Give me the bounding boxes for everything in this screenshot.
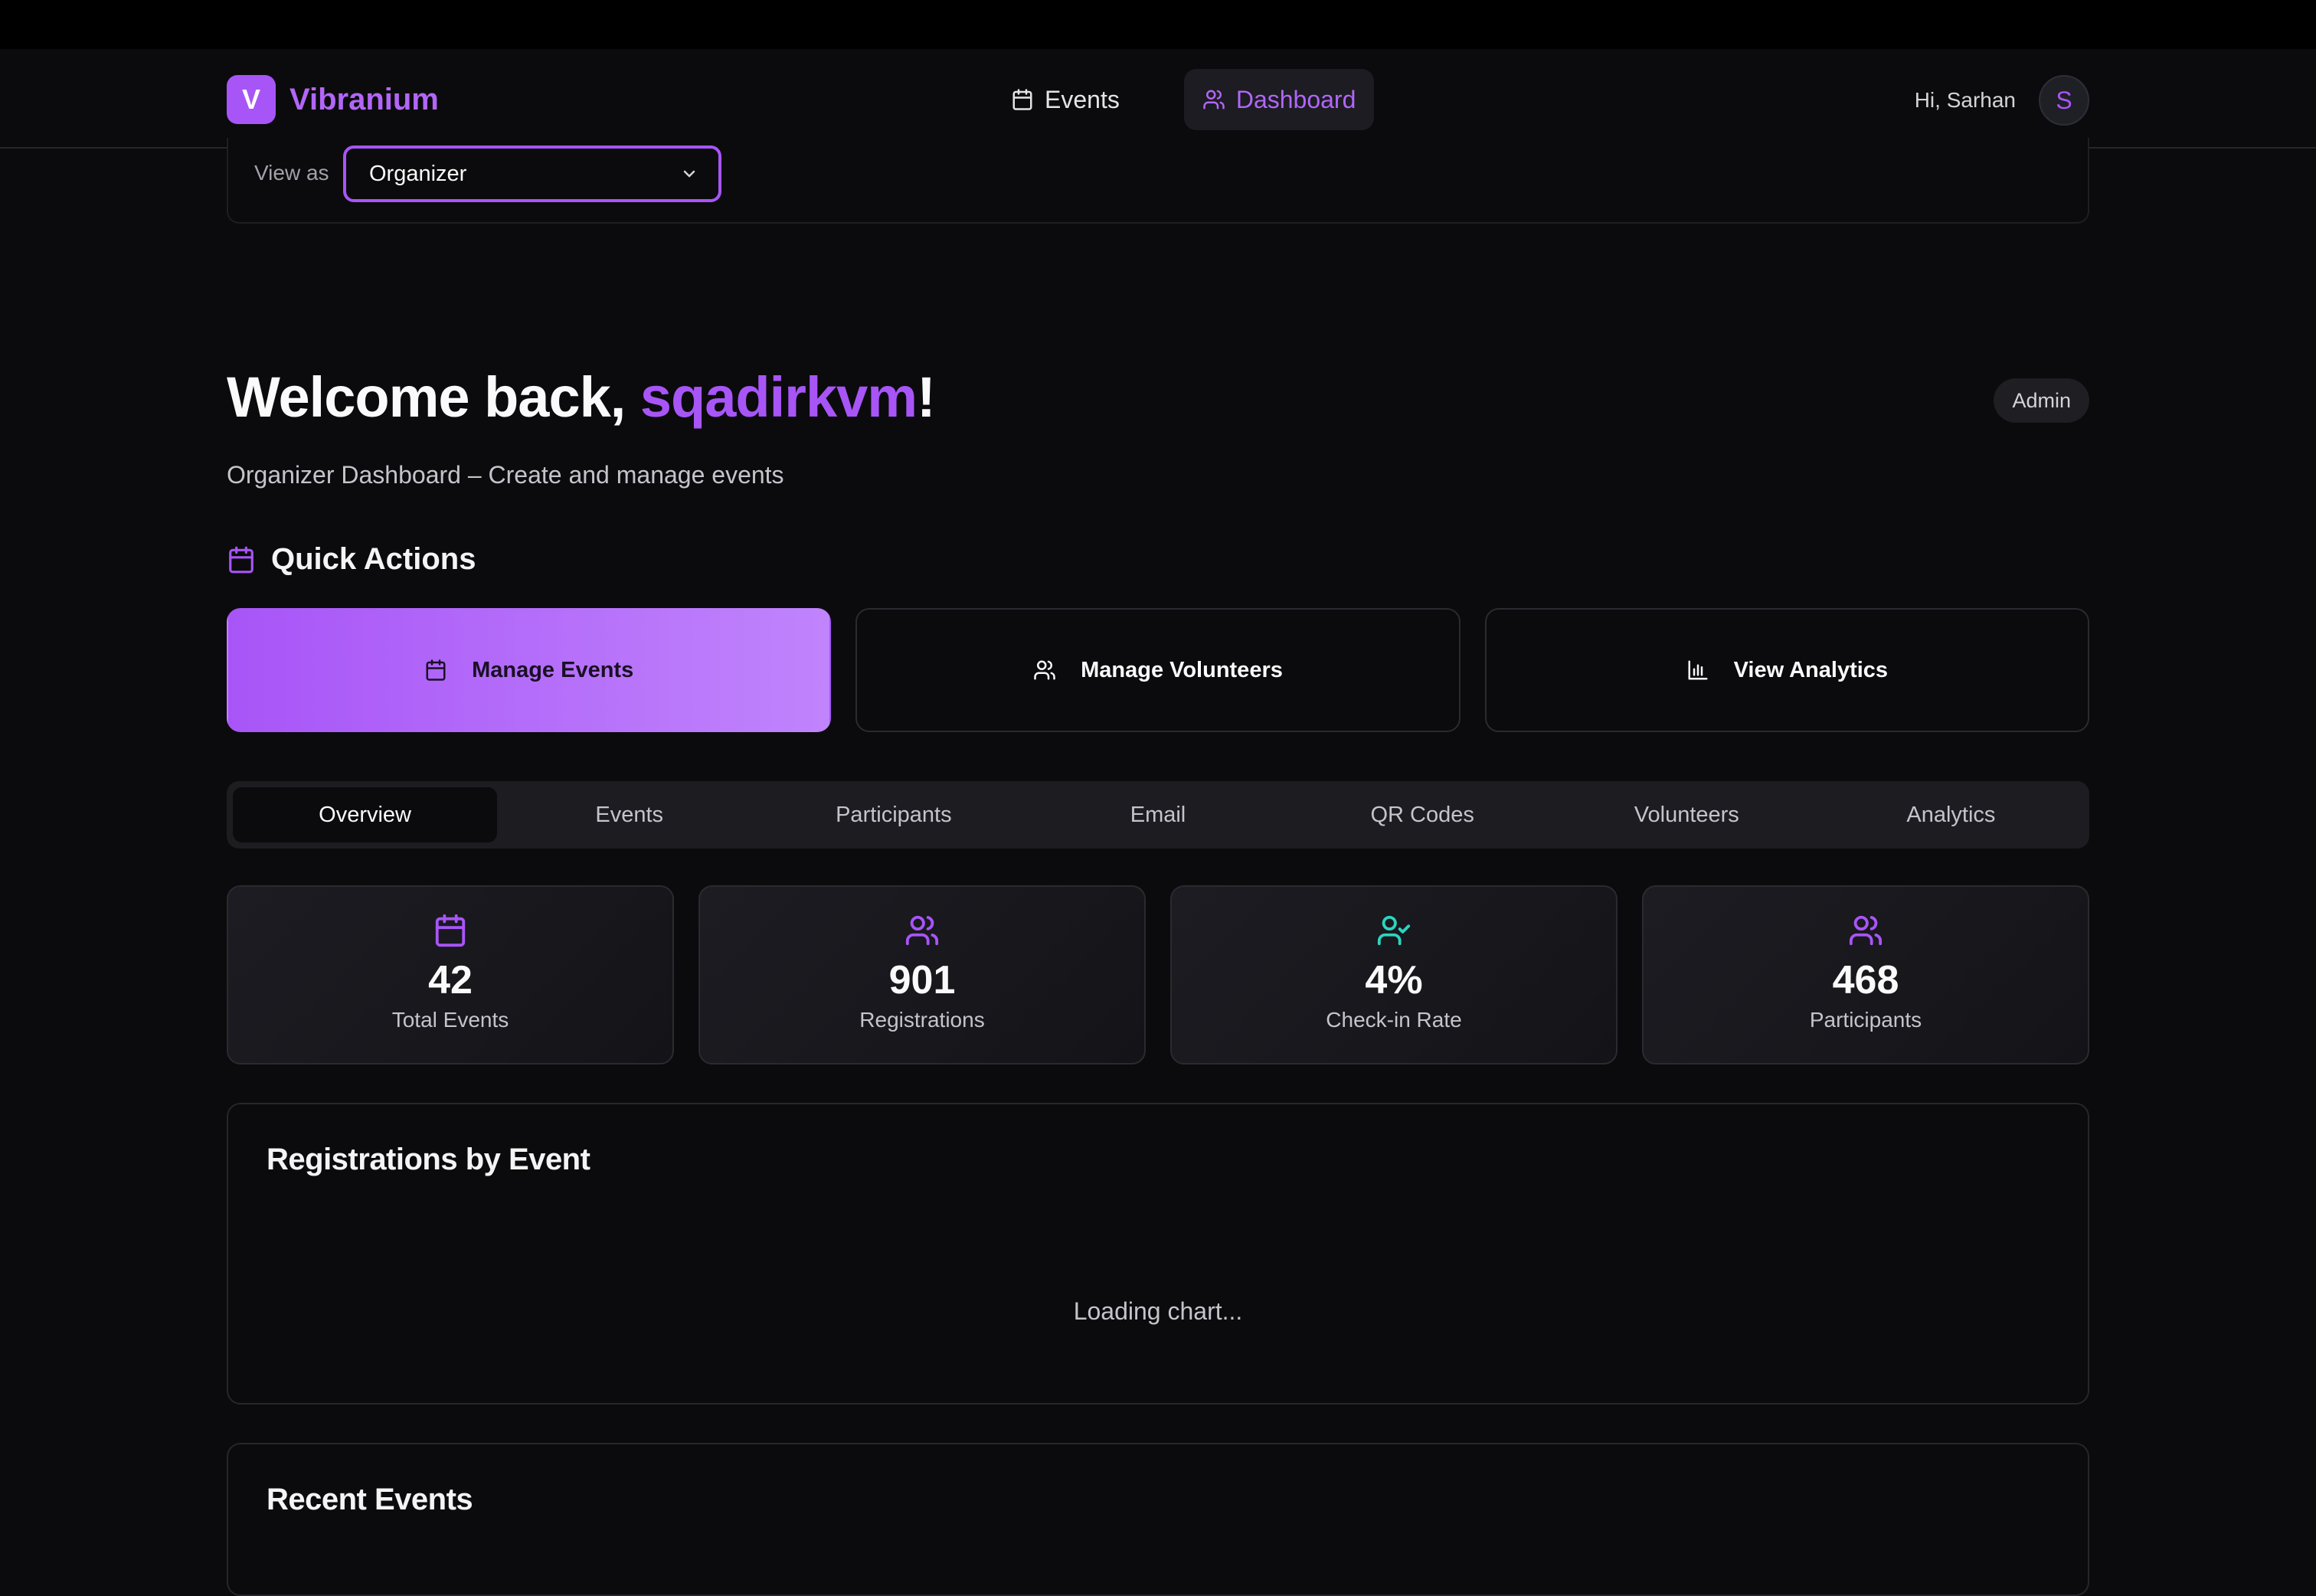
bar-chart-icon [1688,660,1708,680]
logo-mark: V [227,75,276,124]
tab-participants[interactable]: Participants [761,787,1026,842]
stat-label: Total Events [391,1008,509,1032]
welcome-heading: Welcome back, sqadirkvm! [227,365,936,430]
stat-label: Participants [1809,1008,1922,1032]
role-badge: Admin [1994,378,2089,423]
tab-analytics[interactable]: Analytics [1819,787,2083,842]
chart-card-title: Registrations by Event [267,1143,590,1176]
manage-events-label: Manage Events [472,657,634,682]
avatar[interactable]: S [2039,75,2089,126]
tab-overview[interactable]: Overview [233,787,498,842]
calendar-icon [426,659,446,681]
view-as-selected: Organizer [369,161,467,186]
top-strip [0,0,2316,49]
recent-events-title: Recent Events [267,1483,473,1516]
users-icon [1849,915,1883,946]
tab-volunteers[interactable]: Volunteers [1555,787,1819,842]
users-icon [1034,660,1055,680]
stat-label: Registrations [859,1008,985,1032]
welcome-prefix: Welcome back, [227,365,640,429]
calendar-icon [1012,89,1032,110]
manage-volunteers-label: Manage Volunteers [1081,657,1283,682]
dashboard-tabs: Overview Events Participants Email QR Co… [227,781,2089,849]
user-menu: Hi, Sarhan S [1915,75,2089,126]
nav-events-link[interactable]: Events [993,69,1138,130]
stat-value: 901 [888,958,956,1002]
welcome-username: sqadirkvm [640,365,918,429]
quick-actions: Manage Events Manage Volunteers View Ana… [227,608,2089,732]
stats-row: 42 Total Events 901 Registrations 4% Che… [227,885,2089,1065]
quick-actions-title: Quick Actions [271,542,476,576]
chart-loading-text: Loading chart... [1073,1297,1243,1325]
nav-dashboard-label: Dashboard [1235,85,1356,113]
registrations-chart-card: Registrations by Event Loading chart... [227,1103,2089,1405]
stat-value: 468 [1832,958,1899,1002]
brand-logo[interactable]: V Vibranium [227,75,439,124]
view-as-card: View as Organizer [227,138,2089,224]
brand-name: Vibranium [290,82,439,116]
users-icon [905,915,939,946]
calendar-icon [435,914,466,947]
tab-events[interactable]: Events [497,787,761,842]
quick-actions-heading: Quick Actions [227,542,476,577]
tab-email[interactable]: Email [1026,787,1290,842]
tab-qr-codes[interactable]: QR Codes [1290,787,1555,842]
page-subtitle: Organizer Dashboard – Create and manage … [227,461,784,489]
view-analytics-button[interactable]: View Analytics [1484,608,2089,732]
stat-value: 4% [1365,958,1423,1002]
stat-label: Check-in Rate [1326,1008,1462,1032]
manage-events-button[interactable]: Manage Events [227,608,832,732]
user-check-icon [1377,915,1411,946]
stat-card-check-in-rate: 4% Check-in Rate [1170,885,1618,1065]
manage-volunteers-button[interactable]: Manage Volunteers [855,608,1461,732]
chevron-down-icon [683,170,695,178]
stat-card-total-events: 42 Total Events [227,885,674,1065]
calendar-icon [229,546,254,573]
nav-dashboard-link[interactable]: Dashboard [1183,69,1375,130]
view-analytics-label: View Analytics [1733,657,1889,682]
stat-card-registrations: 901 Registrations [698,885,1146,1065]
stat-card-participants: 468 Participants [1642,885,2089,1065]
user-greeting: Hi, Sarhan [1914,88,2016,112]
navbar: V Vibranium Events Dashboard Hi, Sarhan … [0,49,2316,149]
view-as-label: View as [254,161,329,185]
view-as-select[interactable]: Organizer [343,146,721,202]
nav-events-label: Events [1045,85,1120,113]
recent-events-card: Recent Events [227,1443,2089,1596]
users-icon [1203,90,1225,110]
stat-value: 42 [428,958,473,1002]
main-nav: Events Dashboard [993,69,1375,130]
welcome-suffix: ! [917,365,936,429]
